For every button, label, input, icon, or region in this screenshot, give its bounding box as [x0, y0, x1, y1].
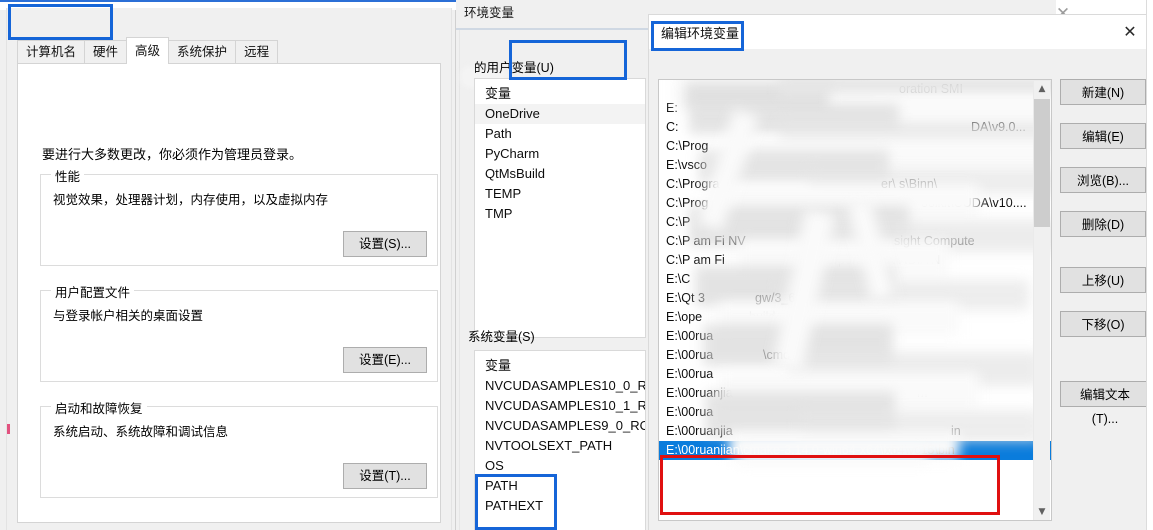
user-variables-label: 的用户变量(U) — [474, 61, 554, 75]
list-item[interactable]: OneDrive — [475, 104, 645, 124]
list-item[interactable]: E:\00rua — [659, 365, 1051, 384]
system-properties-window: 系统属性 计算机名 硬件 高级 系统保护 远程 要进行大多数更改，你必须作为管理… — [0, 0, 456, 530]
path-fragment-row16: m — [917, 386, 928, 400]
edit-environment-variable-body: E: C: C:\Prog E:\vsco C:\Progra C:\Prog … — [649, 49, 1153, 530]
list-item[interactable]: E:\00rua — [659, 327, 1051, 346]
list-item[interactable]: NVCUDASAMPLES9_0_RO... — [475, 416, 645, 436]
list-item[interactable]: TEMP — [475, 184, 645, 204]
startup-recovery-settings-button[interactable]: 设置(T)... — [343, 463, 427, 489]
list-item[interactable]: NVCUDASAMPLES10_1_R... — [475, 396, 645, 416]
list-item[interactable]: E: — [659, 99, 1051, 118]
list-item[interactable]: E:\00rua — [659, 403, 1051, 422]
list-item-path[interactable]: PATH — [475, 476, 645, 496]
path-fragment-row9: orporation\NVIDIA N — [827, 253, 941, 267]
tab-system-protection[interactable]: 系统保护 — [168, 40, 237, 64]
path-fragment-row18: \x64\vc15\bin — [881, 443, 955, 457]
admin-login-note: 要进行大多数更改，你必须作为管理员登录。 — [42, 147, 303, 162]
path-fragment-row14: \cmd — [763, 348, 791, 362]
list-item[interactable]: C:\Progra — [659, 175, 1051, 194]
edit-text-button[interactable]: 编辑文本(T)... — [1060, 381, 1150, 426]
list-item[interactable]: QtMsBuild — [475, 164, 645, 184]
list-item[interactable]: C:\P — [659, 213, 1051, 232]
list-item[interactable]: E:\00ruanjia — [659, 422, 1051, 441]
list-item[interactable]: E:\C — [659, 270, 1051, 289]
list-item-selected[interactable]: E:\00ruanjian\cmake-3.14.0-win64-x64\bin — [659, 441, 1051, 460]
list-item[interactable]: NVCUDASAMPLES10_0_R... — [475, 376, 645, 396]
list-item[interactable]: TMP — [475, 204, 645, 224]
left-edge-marker — [7, 424, 10, 434]
edit-environment-variable-title: 编辑环境变量 — [661, 26, 740, 41]
close-icon[interactable]: ✕ — [1110, 19, 1150, 45]
user-profiles-group: 用户配置文件 与登录帐户相关的桌面设置 设置(E)... — [40, 282, 438, 382]
list-item[interactable]: C:\P am Fi NV — [659, 232, 1051, 251]
system-properties-tabstrip: 计算机名 硬件 高级 系统保护 远程 — [17, 37, 279, 64]
list-item[interactable]: E:\vsco — [659, 156, 1051, 175]
list-item[interactable] — [659, 80, 1051, 99]
delete-button[interactable]: 删除(D) — [1060, 211, 1146, 237]
browse-button[interactable]: 浏览(B)... — [1060, 167, 1146, 193]
performance-group-description: 视觉效果，处理器计划，内存使用，以及虚拟内存 — [53, 193, 329, 207]
startup-recovery-group: 启动和故障恢复 系统启动、系统故障和调试信息 设置(T)... — [40, 398, 438, 498]
tab-hardware[interactable]: 硬件 — [84, 40, 128, 64]
path-fragment-row0: oration SMI — [899, 82, 963, 96]
list-item[interactable]: E:\00rua — [659, 346, 1051, 365]
user-variables-list[interactable]: 变量 OneDrive Path PyCharm QtMsBuild TEMP … — [474, 78, 646, 338]
user-variables-column-header: 变量 — [485, 86, 512, 101]
scrollbar-thumb[interactable] — [1034, 99, 1050, 227]
system-variables-label: 系统变量(S) — [468, 330, 535, 344]
new-button[interactable]: 新建(N) — [1060, 79, 1146, 105]
edit-environment-variable-window: 编辑环境变量 ✕ E: C: C:\Prog E:\vsco C:\Progra… — [648, 14, 1153, 530]
user-profiles-group-legend: 用户配置文件 — [51, 282, 135, 301]
list-item[interactable]: C:\Prog — [659, 137, 1051, 156]
path-fragment-row12: build — [749, 310, 776, 324]
system-variables-column-header: 变量 — [485, 358, 512, 373]
performance-settings-button[interactable]: 设置(S)... — [343, 231, 427, 257]
performance-group: 性能 视觉效果，处理器计划，内存使用，以及虚拟内存 设置(S)... — [40, 166, 438, 266]
path-fragment-row8: sight Compute — [894, 234, 975, 248]
user-profiles-group-description: 与登录帐户相关的桌面设置 — [53, 309, 204, 323]
system-properties-body: 计算机名 硬件 高级 系统保护 远程 要进行大多数更改，你必须作为管理员登录。 … — [6, 8, 452, 530]
list-item[interactable]: E:\00ruanjia — [659, 384, 1051, 403]
move-down-button[interactable]: 下移(O) — [1060, 311, 1146, 337]
path-list-scrollbar[interactable]: ▲ ▼ — [1033, 81, 1050, 520]
path-fragment-row2: DA\v9.0... — [971, 120, 1026, 134]
move-up-button[interactable]: 上移(U) — [1060, 267, 1146, 293]
list-item[interactable]: NVTOOLSEXT_PATH — [475, 436, 645, 456]
list-item[interactable]: E:\Qt 3 — [659, 289, 1051, 308]
edit-environment-variable-titlebar: 编辑环境变量 ✕ — [649, 15, 1153, 49]
path-fragment-row11: gw/3_6 n — [755, 291, 806, 305]
path-fragment-row17: in — [951, 424, 961, 438]
chevron-up-icon[interactable]: ▲ — [1034, 81, 1050, 98]
list-item[interactable]: PyCharm — [475, 144, 645, 164]
user-profiles-settings-button[interactable]: 设置(E)... — [343, 347, 427, 373]
startup-recovery-group-description: 系统启动、系统故障和调试信息 — [53, 425, 229, 439]
list-item[interactable]: Path — [475, 124, 645, 144]
performance-group-legend: 性能 — [51, 166, 85, 185]
advanced-tab-panel: 要进行大多数更改，你必须作为管理员登录。 性能 视觉效果，处理器计划，内存使用，… — [17, 63, 441, 523]
screenshot-root: 系统属性 计算机名 硬件 高级 系统保护 远程 要进行大多数更改，你必须作为管理… — [0, 0, 1153, 530]
list-item-pathext[interactable]: PATHEXT — [475, 496, 645, 516]
tab-advanced[interactable]: 高级 — [126, 37, 170, 64]
background-window-edge — [1146, 0, 1153, 530]
chevron-down-icon[interactable]: ▼ — [1034, 504, 1050, 520]
list-item[interactable]: E:\ope — [659, 308, 1051, 327]
path-fragment-row5: er\ s\Binn\ — [881, 177, 938, 191]
list-item[interactable]: OS — [475, 456, 645, 476]
system-variables-list[interactable]: 变量 NVCUDASAMPLES10_0_R... NVCUDASAMPLES1… — [474, 350, 646, 530]
environment-variables-title: 环境变量 — [464, 6, 515, 20]
tab-computer-name[interactable]: 计算机名 — [17, 40, 86, 64]
path-fragment-row6: oolkit\CUDA\v10.... — [921, 196, 1027, 210]
startup-recovery-group-legend: 启动和故障恢复 — [51, 398, 147, 417]
tab-remote[interactable]: 远程 — [235, 40, 279, 64]
edit-button[interactable]: 编辑(E) — [1060, 123, 1146, 149]
path-entries-list[interactable]: E: C: C:\Prog E:\vsco C:\Progra C:\Prog … — [658, 79, 1052, 521]
